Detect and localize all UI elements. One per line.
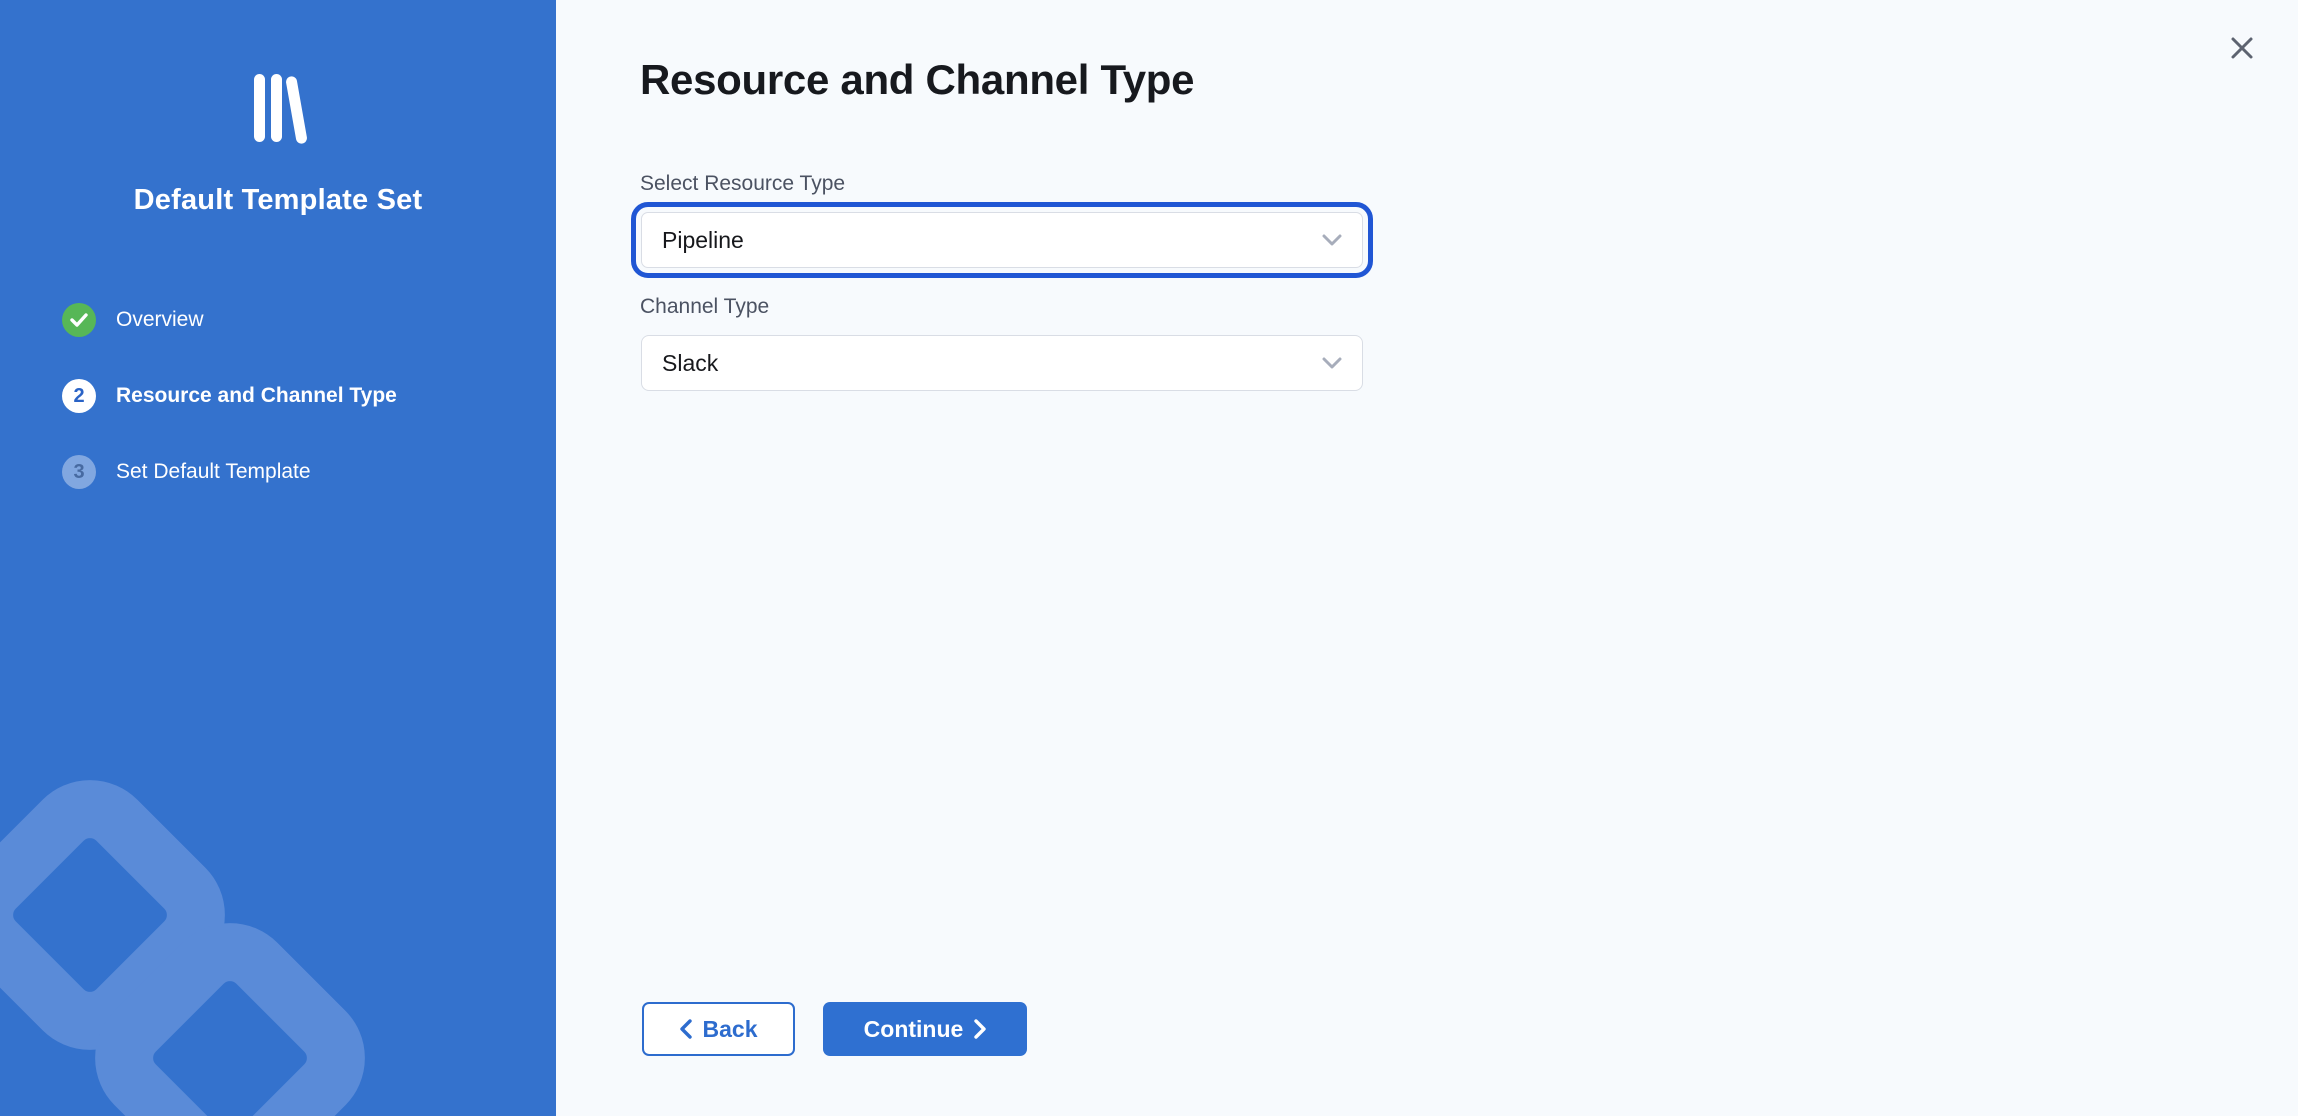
channel-type-label: Channel Type xyxy=(640,295,769,319)
step-label: Set Default Template xyxy=(116,460,311,484)
close-button[interactable] xyxy=(2226,32,2258,64)
chevron-down-icon xyxy=(1322,234,1342,246)
chevron-down-icon xyxy=(1322,357,1342,369)
back-button-label: Back xyxy=(703,1016,758,1043)
step-label: Resource and Channel Type xyxy=(116,384,397,408)
wizard-steps: Overview 2 Resource and Channel Type 3 S… xyxy=(62,303,397,531)
watermark-pattern xyxy=(0,0,556,1116)
logo-bar-slanted xyxy=(285,76,308,145)
logo-bar xyxy=(271,74,282,142)
resource-type-select[interactable]: Pipeline xyxy=(641,212,1363,268)
main-panel: Resource and Channel Type Select Resourc… xyxy=(556,0,2298,1116)
check-icon xyxy=(62,303,96,337)
wizard-title: Default Template Set xyxy=(0,184,556,217)
step-number-badge: 3 xyxy=(62,455,96,489)
page-title: Resource and Channel Type xyxy=(640,56,1194,104)
chevron-left-icon xyxy=(680,1019,692,1039)
continue-button[interactable]: Continue xyxy=(823,1002,1027,1056)
harness-logo-icon xyxy=(0,74,556,144)
wizard-sidebar: Default Template Set Overview 2 Resource… xyxy=(0,0,556,1116)
step-item-resource-and-channel-type[interactable]: 2 Resource and Channel Type xyxy=(62,379,397,413)
logo-bar xyxy=(254,74,265,142)
resource-type-selected-value: Pipeline xyxy=(662,227,744,254)
back-button[interactable]: Back xyxy=(642,1002,795,1056)
chevron-right-icon xyxy=(974,1019,986,1039)
step-number-badge: 2 xyxy=(62,379,96,413)
resource-type-label: Select Resource Type xyxy=(640,172,845,196)
channel-type-select[interactable]: Slack xyxy=(641,335,1363,391)
step-item-set-default-template[interactable]: 3 Set Default Template xyxy=(62,455,397,489)
continue-button-label: Continue xyxy=(864,1016,964,1043)
step-label: Overview xyxy=(116,308,204,332)
step-item-overview[interactable]: Overview xyxy=(62,303,397,337)
channel-type-selected-value: Slack xyxy=(662,350,718,377)
close-icon xyxy=(2229,35,2255,61)
